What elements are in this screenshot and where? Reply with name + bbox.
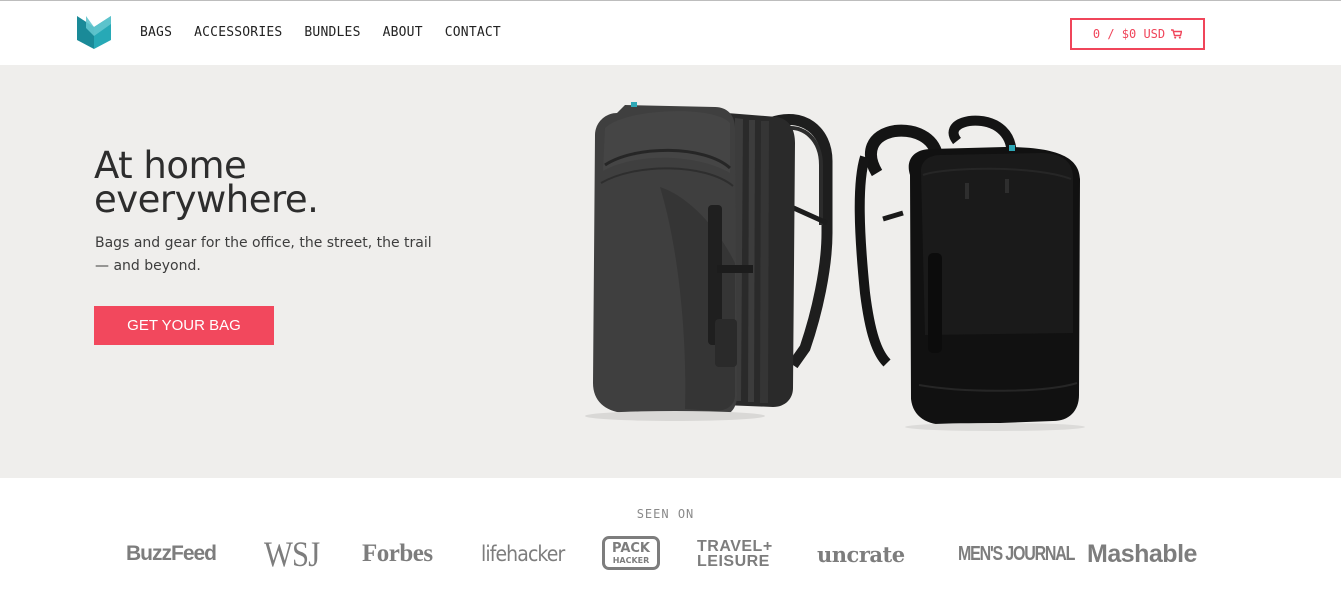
top-navigation-bar: BAGS ACCESSORIES BUNDLES ABOUT CONTACT 0… xyxy=(0,0,1341,65)
buzzfeed-logo: BuzzFeed xyxy=(126,542,217,565)
hero-section: At home everywhere. Bags and gear for th… xyxy=(0,65,1341,478)
press-section: SEEN ON BuzzFeed WSJ Forbes lifehacker P… xyxy=(0,478,1341,601)
nav-link-about[interactable]: ABOUT xyxy=(383,25,423,41)
press-logo-row: BuzzFeed WSJ Forbes lifehacker PACK HACK… xyxy=(0,534,1341,574)
get-your-bag-button[interactable]: GET YOUR BAG xyxy=(94,306,274,345)
brand-logo-icon[interactable] xyxy=(76,14,112,50)
hero-title-line-2: everywhere. xyxy=(94,178,319,221)
nav-link-bags[interactable]: BAGS xyxy=(140,25,172,41)
main-nav: BAGS ACCESSORIES BUNDLES ABOUT CONTACT xyxy=(140,25,501,41)
cart-icon xyxy=(1171,29,1183,39)
nav-link-accessories[interactable]: ACCESSORIES xyxy=(194,25,282,41)
travel-leisure-logo-line-2: LEISURE xyxy=(697,553,770,570)
packhacker-logo-line-1: PACK xyxy=(611,540,650,556)
forbes-logo: Forbes xyxy=(362,540,433,567)
packhacker-logo: PACK HACKER xyxy=(602,536,660,570)
cart-summary: 0 / $0 USD xyxy=(1092,27,1166,41)
seen-on-heading: SEEN ON xyxy=(636,507,695,521)
mens-journal-logo: MEN'S JOURNAL xyxy=(958,542,1075,565)
lifehacker-logo: lifehacker xyxy=(481,542,565,566)
hero-title: At home everywhere. xyxy=(94,147,514,221)
hero-subtitle: Bags and gear for the office, the street… xyxy=(95,235,432,274)
backpacks-image xyxy=(585,102,1085,431)
packhacker-logo-line-2: HACKER xyxy=(612,555,650,565)
mashable-logo: Mashable xyxy=(1087,539,1197,568)
nav-link-contact[interactable]: CONTACT xyxy=(445,25,501,41)
uncrate-logo: uncrate xyxy=(817,541,905,567)
nav-link-bundles[interactable]: BUNDLES xyxy=(304,25,360,41)
cart-button[interactable]: 0 / $0 USD xyxy=(1070,18,1205,50)
travel-leisure-logo-line-1: TRAVEL+ xyxy=(697,538,773,555)
travel-leisure-logo: TRAVEL+ LEISURE xyxy=(697,534,773,574)
wsj-logo: WSJ xyxy=(264,534,320,574)
